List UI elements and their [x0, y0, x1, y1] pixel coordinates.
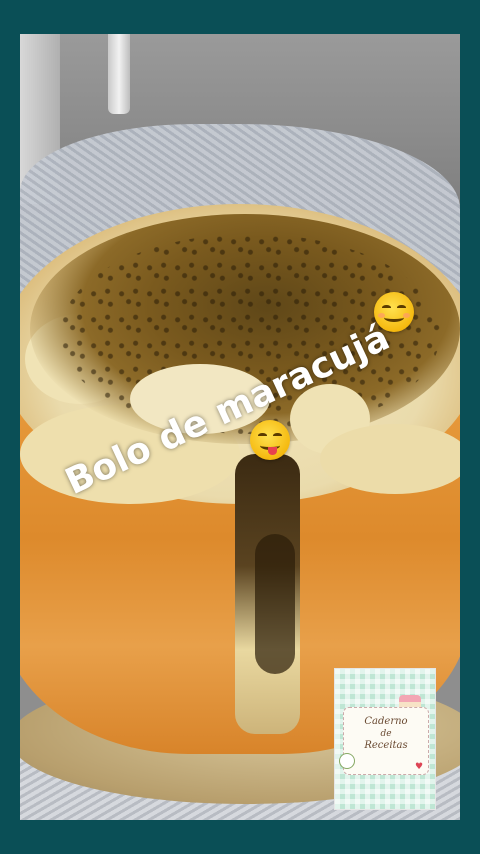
savoring-food-face-emoji — [250, 420, 290, 460]
logo-line1: Caderno — [364, 716, 408, 727]
heart-icon: ♥ — [415, 762, 424, 772]
cake-slice-shadow — [255, 534, 295, 674]
chef-icon — [339, 753, 355, 769]
logo-line3: Receitas — [364, 740, 408, 751]
caderno-de-receitas-logo: Caderno de Receitas ♥ — [334, 668, 436, 810]
photo-frame: Bolo de maracujá Caderno de Receitas ♥ — [20, 34, 460, 820]
background-handle — [108, 34, 130, 114]
logo-line2: de — [380, 729, 392, 739]
smiling-face-emoji — [374, 292, 414, 332]
cream-filling — [320, 424, 460, 494]
